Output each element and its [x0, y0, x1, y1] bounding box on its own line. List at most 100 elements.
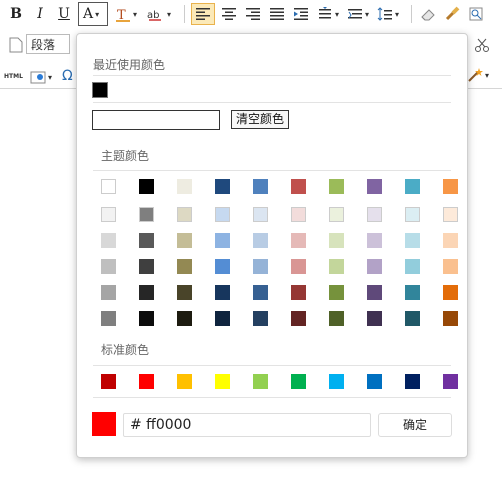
theme-color-swatch[interactable] [253, 179, 268, 194]
theme-color-swatch[interactable] [329, 259, 344, 274]
confirm-button[interactable]: 确定 [378, 413, 452, 437]
theme-color-swatch[interactable] [253, 207, 268, 222]
html-source-button[interactable]: HTML [4, 73, 23, 80]
spellcheck-button[interactable]: ab ▾ [144, 3, 174, 25]
standard-color-swatch[interactable] [177, 374, 192, 389]
align-left-button[interactable] [191, 3, 215, 25]
indent-button[interactable] [291, 3, 311, 25]
align-justify-button[interactable] [267, 3, 287, 25]
theme-color-swatch[interactable] [101, 207, 116, 222]
line-height-button[interactable]: ▾ [315, 3, 341, 25]
standard-color-swatch[interactable] [367, 374, 382, 389]
theme-color-swatch[interactable] [177, 259, 192, 274]
eraser-button[interactable] [418, 3, 438, 25]
new-document-button[interactable] [6, 34, 26, 56]
theme-color-swatch[interactable] [215, 179, 230, 194]
background-color-button[interactable]: T ▾ [112, 3, 140, 25]
theme-color-swatch[interactable] [101, 179, 116, 194]
standard-color-swatch[interactable] [253, 374, 268, 389]
theme-color-swatch[interactable] [215, 259, 230, 274]
row-spacing-button[interactable]: ▾ [345, 3, 371, 25]
theme-color-swatch[interactable] [367, 207, 382, 222]
theme-color-swatch[interactable] [177, 233, 192, 248]
theme-color-swatch[interactable] [101, 233, 116, 248]
theme-color-swatch[interactable] [101, 259, 116, 274]
scissors-button[interactable] [472, 34, 492, 56]
chevron-down-icon: ▾ [394, 9, 399, 19]
theme-color-swatch[interactable] [101, 311, 116, 326]
standard-color-swatch[interactable] [291, 374, 306, 389]
magic-wand-button[interactable]: ▾ [464, 64, 492, 86]
theme-color-swatch[interactable] [367, 179, 382, 194]
paragraph-spacing-button[interactable]: ▾ [375, 3, 401, 25]
theme-color-swatch[interactable] [215, 207, 230, 222]
theme-color-swatch[interactable] [177, 207, 192, 222]
theme-color-swatch[interactable] [291, 179, 306, 194]
theme-color-swatch[interactable] [329, 311, 344, 326]
format-painter-button[interactable] [442, 3, 462, 25]
theme-color-swatch[interactable] [367, 311, 382, 326]
theme-color-swatch[interactable] [329, 207, 344, 222]
theme-color-swatch[interactable] [329, 233, 344, 248]
theme-color-swatch[interactable] [139, 285, 154, 300]
theme-color-swatch[interactable] [443, 207, 458, 222]
theme-color-swatch[interactable] [177, 179, 192, 194]
theme-color-swatch[interactable] [367, 233, 382, 248]
theme-color-swatch[interactable] [329, 285, 344, 300]
theme-color-swatch[interactable] [405, 179, 420, 194]
theme-color-swatch[interactable] [253, 285, 268, 300]
theme-color-swatch[interactable] [253, 259, 268, 274]
theme-color-swatch[interactable] [443, 179, 458, 194]
theme-color-swatch[interactable] [215, 285, 230, 300]
theme-color-swatch[interactable] [139, 259, 154, 274]
forecolor-button[interactable]: A ▾ [78, 2, 108, 26]
theme-color-swatch[interactable] [405, 285, 420, 300]
recent-color-swatch[interactable] [92, 82, 108, 98]
theme-color-swatch[interactable] [443, 259, 458, 274]
standard-color-swatch[interactable] [405, 374, 420, 389]
underline-button[interactable]: U [54, 3, 74, 25]
hex-color-input[interactable]: # ff0000 [123, 413, 371, 437]
theme-color-swatch[interactable] [291, 285, 306, 300]
theme-color-swatch[interactable] [177, 285, 192, 300]
theme-color-swatch[interactable] [291, 311, 306, 326]
theme-color-swatch[interactable] [139, 207, 154, 222]
theme-color-swatch[interactable] [367, 259, 382, 274]
paragraph-format-select[interactable]: 段落 [26, 34, 70, 54]
theme-color-swatch[interactable] [405, 233, 420, 248]
italic-button[interactable]: I [30, 3, 50, 25]
theme-color-swatch[interactable] [405, 311, 420, 326]
theme-color-swatch[interactable] [291, 207, 306, 222]
bold-button[interactable]: B [6, 3, 26, 25]
theme-color-swatch[interactable] [291, 259, 306, 274]
theme-color-swatch[interactable] [443, 233, 458, 248]
divider [93, 75, 451, 76]
align-right-button[interactable] [243, 3, 263, 25]
theme-color-swatch[interactable] [367, 285, 382, 300]
clear-colors-button[interactable]: 清空颜色 [231, 110, 290, 129]
theme-color-swatch[interactable] [291, 233, 306, 248]
theme-color-swatch[interactable] [329, 179, 344, 194]
theme-color-swatch[interactable] [215, 233, 230, 248]
standard-color-swatch[interactable] [443, 374, 458, 389]
theme-color-swatch[interactable] [139, 179, 154, 194]
theme-color-swatch[interactable] [253, 233, 268, 248]
standard-color-swatch[interactable] [329, 374, 344, 389]
insert-image-button[interactable]: ▾ [30, 66, 52, 88]
theme-color-swatch[interactable] [139, 233, 154, 248]
preview-button[interactable] [466, 3, 486, 25]
theme-color-swatch[interactable] [253, 311, 268, 326]
standard-color-swatch[interactable] [101, 374, 116, 389]
special-char-button[interactable]: Ω [62, 68, 73, 84]
theme-color-swatch[interactable] [443, 285, 458, 300]
theme-color-swatch[interactable] [139, 311, 154, 326]
theme-color-swatch[interactable] [405, 207, 420, 222]
theme-color-swatch[interactable] [443, 311, 458, 326]
theme-color-swatch[interactable] [215, 311, 230, 326]
align-center-button[interactable] [219, 3, 239, 25]
theme-color-swatch[interactable] [405, 259, 420, 274]
standard-color-swatch[interactable] [139, 374, 154, 389]
theme-color-swatch[interactable] [177, 311, 192, 326]
theme-color-swatch[interactable] [101, 285, 116, 300]
standard-color-swatch[interactable] [215, 374, 230, 389]
